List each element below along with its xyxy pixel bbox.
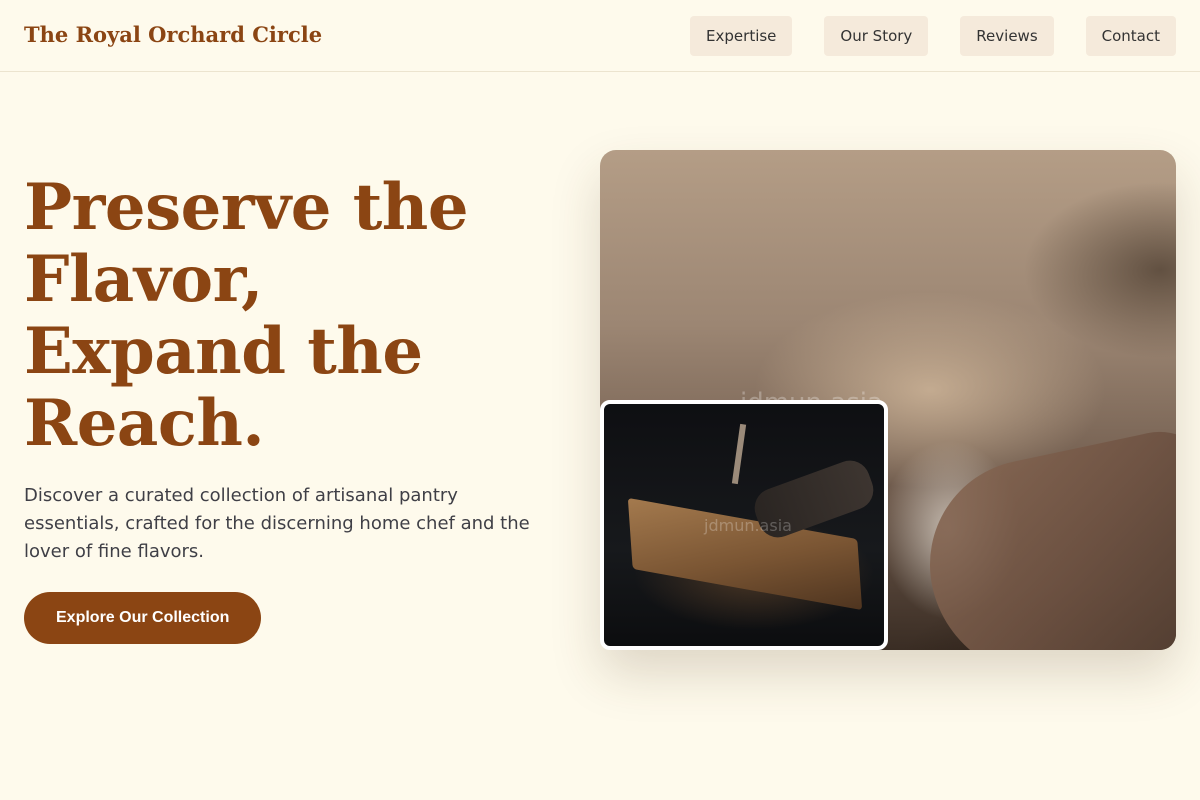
nav-link-our-story[interactable]: Our Story (824, 16, 929, 56)
hero-title: Preserve the Flavor, Expand the Reach. (24, 172, 554, 460)
hero-title-line: Reach. (24, 386, 265, 461)
hero-description: Discover a curated collection of artisan… (24, 485, 530, 562)
site-header: The Royal Orchard Circle Expertise Our S… (0, 0, 1200, 72)
nav-link-expertise[interactable]: Expertise (690, 16, 793, 56)
hero-inset-image-woodworking: jdmun.asia (600, 400, 888, 650)
explore-collection-button[interactable]: Explore Our Collection (24, 592, 262, 644)
image-watermark: jdmun.asia (704, 516, 792, 535)
hero-title-line: Flavor, (24, 242, 263, 317)
brand-logo-text[interactable]: The Royal Orchard Circle (24, 22, 322, 47)
nav-link-contact[interactable]: Contact (1085, 16, 1176, 56)
hero-title-line: Expand the (24, 314, 423, 389)
nav-link-reviews[interactable]: Reviews (960, 16, 1054, 56)
main-nav: Expertise Our Story Reviews Contact (690, 16, 1176, 56)
hammer-tool (731, 423, 747, 485)
hero-title-line: Preserve the (24, 170, 469, 245)
